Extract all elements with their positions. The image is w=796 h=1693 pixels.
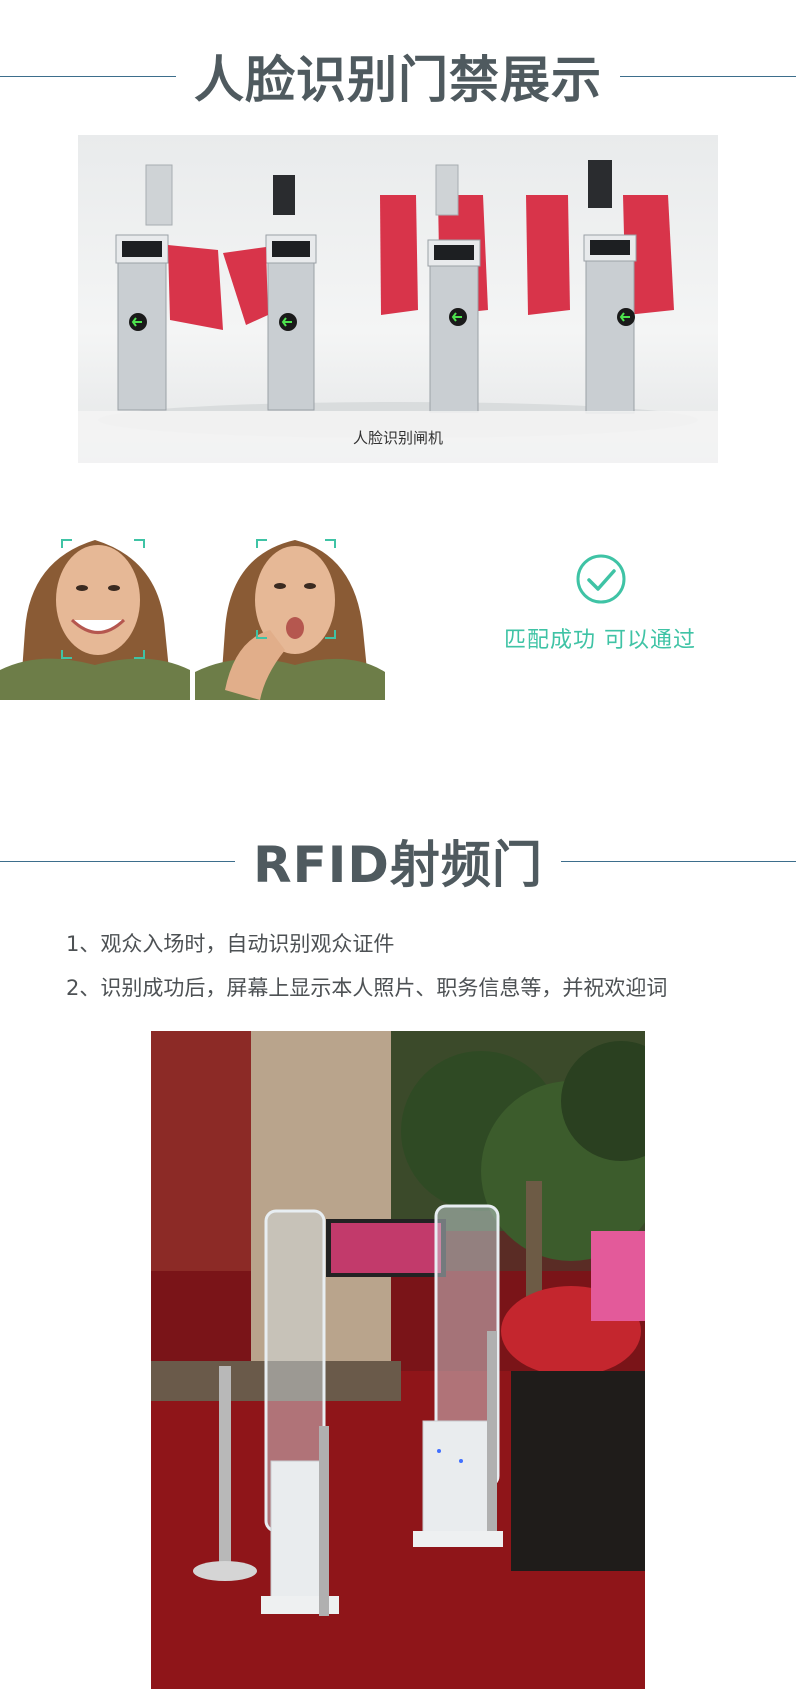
- gate-unit-3: [526, 160, 674, 414]
- title-rule-right: [620, 75, 796, 77]
- rfid-feature-2: 2、识别成功后，屏幕上显示本人照片、职务信息等，并祝欢迎词: [66, 976, 668, 1000]
- rfid-section-header: RFID射频门: [0, 825, 796, 897]
- face-section-header: 人脸识别门禁展示: [0, 40, 796, 112]
- title-rule-right: [560, 860, 796, 862]
- rfid-feature-1: 1、观众入场时，自动识别观众证件: [66, 932, 395, 956]
- gate-caption-bar: 人脸识别闸机: [78, 411, 718, 463]
- title-rule-left: [0, 860, 236, 862]
- check-circle-icon: [575, 553, 627, 605]
- face-photo-smile: [0, 500, 190, 700]
- gate-unit-2: [380, 164, 488, 413]
- face-section-title: 人脸识别门禁展示: [194, 51, 602, 109]
- rfid-gate-photo: [151, 1031, 645, 1689]
- title-rule-left: [0, 75, 176, 77]
- rfid-section-title: RFID射频门: [253, 836, 543, 894]
- gate-unit-1: [115, 164, 317, 411]
- face-gate-photo: 人脸识别闸机: [78, 135, 718, 463]
- face-photo-surprise: [195, 500, 385, 700]
- gate-caption: 人脸识别闸机: [352, 428, 443, 447]
- match-success-text: 匹配成功 可以通过: [504, 628, 696, 653]
